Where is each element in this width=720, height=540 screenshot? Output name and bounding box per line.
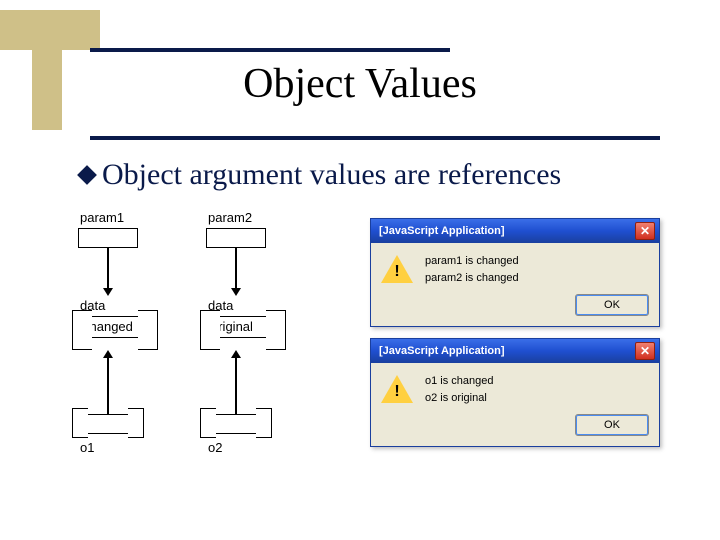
dialog-titlebar: [JavaScript Application] ✕ — [371, 339, 659, 363]
frame-left-2 — [200, 310, 220, 350]
frame-o-left-1 — [72, 408, 88, 438]
warning-icon — [381, 255, 413, 283]
dialog-message: param1 is changed param2 is changed — [425, 253, 519, 286]
label-o2: o2 — [208, 440, 222, 455]
reference-diagram: param1 param2 data data changed original… — [78, 210, 358, 490]
arrowhead-o1-up-icon — [103, 350, 113, 358]
arrowhead-o2-up-icon — [231, 350, 241, 358]
frame-left-1 — [72, 310, 92, 350]
diamond-bullet-icon — [77, 165, 97, 185]
dialog-title: [JavaScript Application] — [379, 345, 505, 357]
frame-o-left-2 — [200, 408, 216, 438]
frame-right-1 — [138, 310, 158, 350]
bullet-text: Object argument values are references — [102, 158, 561, 192]
close-icon: ✕ — [640, 345, 650, 357]
box-param2 — [206, 228, 266, 248]
box-param1 — [78, 228, 138, 248]
close-button[interactable]: ✕ — [635, 222, 655, 240]
label-param1: param1 — [80, 210, 124, 225]
ok-button[interactable]: OK — [575, 294, 649, 316]
arrow-p1-data — [107, 248, 109, 288]
arrowhead-p1-down-icon — [103, 288, 113, 296]
rule-under-title — [90, 136, 660, 140]
close-icon: ✕ — [640, 225, 650, 237]
dialog-line-2: param2 is changed — [425, 270, 519, 287]
alert-dialog-2: [JavaScript Application] ✕ o1 is changed… — [370, 338, 660, 447]
slide-title: Object Values — [0, 60, 720, 108]
dialog-message: o1 is changed o2 is original — [425, 373, 494, 406]
arrow-p2-data — [235, 248, 237, 288]
frame-right-2 — [266, 310, 286, 350]
frame-o-right-1 — [128, 408, 144, 438]
rule-top — [90, 48, 450, 52]
dialog-line-1: param1 is changed — [425, 253, 519, 270]
dialog-title: [JavaScript Application] — [379, 225, 505, 237]
dialog-line-1: o1 is changed — [425, 373, 494, 390]
dialog-titlebar: [JavaScript Application] ✕ — [371, 219, 659, 243]
dialog-line-2: o2 is original — [425, 390, 494, 407]
alert-dialog-1: [JavaScript Application] ✕ param1 is cha… — [370, 218, 660, 327]
arrowhead-p2-down-icon — [231, 288, 241, 296]
close-button[interactable]: ✕ — [635, 342, 655, 360]
arrow-o2-data — [235, 358, 237, 414]
frame-o-right-2 — [256, 408, 272, 438]
warning-icon — [381, 375, 413, 403]
ok-button[interactable]: OK — [575, 414, 649, 436]
label-o1: o1 — [80, 440, 94, 455]
bullet-item: Object argument values are references — [80, 158, 561, 192]
label-param2: param2 — [208, 210, 252, 225]
arrow-o1-data — [107, 358, 109, 414]
